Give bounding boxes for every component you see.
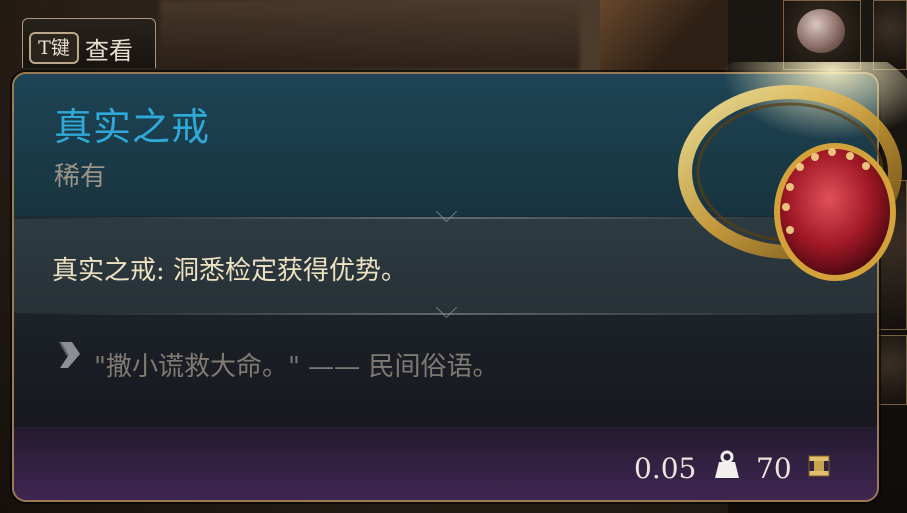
- item-weight: 0.05: [634, 452, 697, 485]
- inspect-label: 查看: [85, 37, 133, 65]
- hotkey-badge: T键: [29, 32, 79, 64]
- brain-icon: [797, 9, 845, 53]
- item-price: 70: [756, 452, 792, 485]
- background-scenery: [160, 0, 580, 70]
- flavor-text: "撒小谎救大命。" —— 民间俗语。: [94, 352, 499, 382]
- inventory-slot[interactable]: [783, 0, 861, 70]
- item-name: 真实之戒: [54, 105, 211, 149]
- ring-of-truth-icon: [678, 62, 907, 281]
- inspect-hint[interactable]: T键 查看: [22, 18, 156, 68]
- gold-coin-icon: [808, 455, 830, 477]
- item-rarity: 稀有: [54, 162, 107, 192]
- tooltip-footer: [14, 427, 877, 500]
- item-effect: 真实之戒: 洞悉检定获得优势。: [52, 256, 408, 286]
- weight-icon: [715, 450, 739, 478]
- quill-icon: [59, 341, 80, 368]
- inventory-slot[interactable]: [873, 0, 907, 70]
